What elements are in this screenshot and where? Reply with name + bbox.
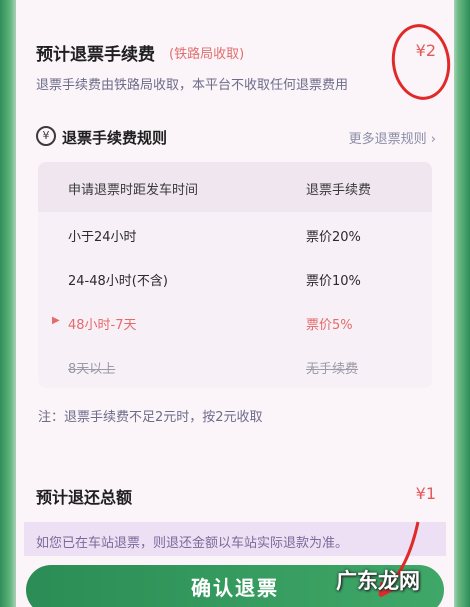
more-rules-link[interactable]: 更多退票规则 › [349, 128, 436, 147]
yen-coin-icon: ¥ [36, 126, 56, 146]
header-fee: 退票手续费 [306, 183, 372, 198]
rules-title: 退票手续费规则 [62, 129, 168, 147]
header-time: 申请退票时距发车时间 [68, 183, 199, 198]
row-fee: 票价20% [306, 230, 361, 245]
watermark-logo: 广东龙网 [336, 569, 420, 593]
fee-card: 预计退票手续费 (铁路局收取) ¥2 退票手续费由铁路局收取，本平台不收取任何退… [16, 0, 456, 470]
row-time: 小于24小时 [68, 230, 137, 245]
row-fee: 票价10% [306, 274, 361, 289]
table-row: 24-48小时(不含) 票价10% [38, 256, 432, 300]
table-row: 小于24小时 票价20% [38, 212, 432, 256]
fee-title: 预计退票手续费 [36, 45, 155, 65]
row-fee: 票价5% [306, 318, 353, 333]
total-amount: ¥1 [415, 484, 436, 503]
row-time: 8天以上 [68, 362, 116, 377]
rules-note: 注：退票手续费不足2元时，按2元收取 [38, 410, 263, 425]
total-label: 预计退还总额 [36, 488, 133, 507]
row-time: 24-48小时(不含) [68, 274, 168, 289]
triangle-pointer-icon: ▶ [52, 315, 60, 326]
fee-source-tag: (铁路局收取) [169, 47, 245, 62]
row-time: 48小时-7天 [68, 318, 137, 333]
table-row-current: ▶ 48小时-7天 票价5% [38, 300, 432, 344]
refund-screen: 预计退票手续费 (铁路局收取) ¥2 退票手续费由铁路局收取，本平台不收取任何退… [16, 0, 456, 607]
fee-note: 退票手续费由铁路局收取，本平台不收取任何退票费用 [36, 78, 349, 93]
red-circle-annotation [386, 20, 456, 104]
fee-rules-table: 申请退票时距发车时间 退票手续费 小于24小时 票价20% 24-48小时(不含… [38, 162, 432, 388]
rules-header: ¥ 退票手续费规则 更多退票规则 › [36, 126, 436, 148]
row-fee: 无手续费 [306, 362, 359, 377]
table-header: 申请退票时距发车时间 退票手续费 [38, 162, 432, 212]
table-row: 8天以上 无手续费 [38, 344, 432, 388]
